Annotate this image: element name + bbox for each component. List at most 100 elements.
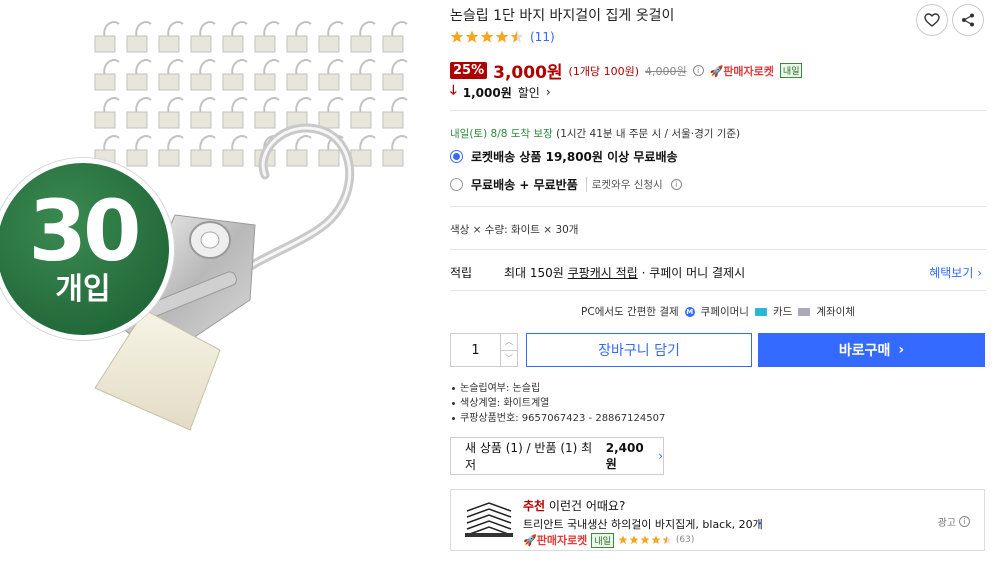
recommendation-card[interactable]: 추천 이런건 어때요? 트리안트 국내생산 하의걸이 바지집게, black, … xyxy=(450,489,985,551)
easy-payment: PC에서도 간편한 결제 M 쿠페이머니 카드 계좌이체 xyxy=(450,304,986,319)
divider xyxy=(450,249,986,250)
recommended-product-thumbnail xyxy=(465,502,513,537)
shipping-option-rocket[interactable]: 로켓배송 상품 19,800원 이상 무료배송 xyxy=(450,148,678,165)
small-clip xyxy=(382,134,408,167)
quantity-stepper[interactable]: 1 ︿ ﹀ xyxy=(450,333,518,367)
recommended-product-meta: 🚀판매자로켓 내일 (63) xyxy=(523,532,694,548)
rating-stars xyxy=(618,535,672,545)
small-clip xyxy=(382,96,408,129)
add-to-cart-button[interactable]: 장바구니 담기 xyxy=(526,333,752,367)
wishlist-button[interactable] xyxy=(916,4,948,36)
tomorrow-tag: 내일 xyxy=(591,532,614,548)
quantity-badge: 30 개입 xyxy=(0,158,174,340)
small-clip xyxy=(222,134,248,167)
star-icon xyxy=(450,30,464,43)
quantity-decrease-button[interactable]: ﹀ xyxy=(501,351,517,367)
easy-payment-title: PC에서도 간편한 결제 xyxy=(581,306,679,318)
discount-row[interactable]: 🡓 1,000원 할인 › xyxy=(450,81,551,103)
small-clip xyxy=(318,58,344,91)
small-clip xyxy=(126,96,152,129)
small-clip xyxy=(350,58,376,91)
arrival-guarantee: 도착 보장 xyxy=(510,128,553,140)
info-icon[interactable]: i xyxy=(959,516,970,527)
delivery-info: 내일(토) 8/8 도착 보장 (1시간 41분 내 주문 시 / 서울·경기 … xyxy=(450,126,740,141)
star-icon xyxy=(465,30,479,43)
small-clip xyxy=(254,96,280,129)
rocket-icon: 🚀 xyxy=(523,534,537,547)
small-clip xyxy=(350,96,376,129)
shipping-option-free-return[interactable]: 무료배송 + 무료반품 로켓와우 신청시 i xyxy=(450,176,682,193)
radio-unselected[interactable] xyxy=(450,178,463,191)
seller-rocket-label: 판매자로켓 xyxy=(536,534,588,547)
star-icon xyxy=(495,30,509,43)
product-image: 30 개입 xyxy=(0,0,420,445)
divider xyxy=(450,206,986,207)
recommendation-tag: 추천 xyxy=(523,499,546,513)
shipping-option-label: 로켓배송 상품 19,800원 이상 무료배송 xyxy=(471,150,678,164)
quantity-increase-button[interactable]: ︿ xyxy=(501,334,517,351)
star-icon xyxy=(662,535,672,544)
new-used-offers-button[interactable]: 새 상품 (1) / 반품 (1) 최저 2,400원 › xyxy=(450,437,664,475)
small-clip xyxy=(126,20,152,53)
small-clip xyxy=(222,96,248,129)
small-clip xyxy=(222,58,248,91)
coupang-cash-link[interactable]: 쿠팡캐시 적립 xyxy=(568,264,638,281)
chevron-right-icon[interactable]: › xyxy=(757,516,762,531)
star-icon xyxy=(629,535,639,544)
small-clip xyxy=(286,20,312,53)
star-icon xyxy=(480,30,494,43)
small-clip xyxy=(94,20,120,53)
bank-transfer-icon xyxy=(798,307,811,316)
seller-rocket-label: 판매자로켓 xyxy=(723,64,774,78)
radio-selected[interactable] xyxy=(450,150,463,163)
info-icon[interactable]: i xyxy=(692,65,704,76)
buy-now-label: 바로구매 xyxy=(838,343,891,359)
shipping-option-note: 로켓와우 신청시 xyxy=(585,177,663,192)
heart-icon xyxy=(924,13,940,27)
star-icon xyxy=(651,535,661,544)
small-clip xyxy=(158,20,184,53)
info-icon[interactable]: i xyxy=(670,179,682,190)
recommendation-title: 이런건 어때요? xyxy=(548,499,626,513)
product-rating[interactable]: (11) xyxy=(450,30,555,44)
product-specs: 논슬립여부: 논슬립 색상계열: 화이트계열 쿠팡상품번호: 965706742… xyxy=(450,381,665,426)
price-row: 25% 3,000원 (1개당 100원) 4,000원 i 🚀판매자로켓 내일 xyxy=(450,58,803,83)
small-clip xyxy=(94,96,120,129)
unit-price: (1개당 100원) xyxy=(568,64,639,78)
share-button[interactable] xyxy=(952,4,984,36)
delivery-condition: (1시간 41분 내 주문 시 / 서울·경기 기준) xyxy=(556,128,741,140)
spec-item: 쿠팡상품번호: 9657067423 - 28867124507 xyxy=(450,411,665,426)
small-clip xyxy=(190,134,216,167)
review-count: (63) xyxy=(675,535,695,545)
small-clip xyxy=(190,58,216,91)
small-clip xyxy=(126,134,152,167)
small-clip xyxy=(350,134,376,167)
small-clip xyxy=(158,96,184,129)
star-icon xyxy=(618,535,628,544)
arrival-date: 내일(토) 8/8 xyxy=(450,128,508,140)
points-condition: · 쿠페이 머니 결제시 xyxy=(641,266,746,280)
payment-method-card: 카드 xyxy=(772,306,793,318)
benefits-link[interactable]: 혜택보기 › xyxy=(929,264,982,281)
sale-price: 3,000원 xyxy=(493,63,563,83)
chevron-right-icon: › xyxy=(545,85,551,99)
ad-text: 광고 xyxy=(937,518,956,529)
payment-method-coupay: 쿠페이머니 xyxy=(700,306,749,318)
option-summary: 색상 × 수량: 화이트 × 30개 xyxy=(450,224,579,236)
new-used-price: 2,400원 xyxy=(605,440,644,471)
product-title: 논슬립 1단 바지 바지걸이 집게 옷걸이 xyxy=(450,8,675,24)
recommended-product-name[interactable]: 트리안트 국내생산 하의걸이 바지집게, black, 20개 xyxy=(523,516,763,532)
seller-rocket-badge: 🚀판매자로켓 xyxy=(710,63,774,79)
down-arrow-icon: 🡓 xyxy=(450,83,457,98)
review-count[interactable]: (11) xyxy=(530,30,555,44)
spec-item: 논슬립여부: 논슬립 xyxy=(450,381,665,396)
divider xyxy=(450,110,986,111)
new-used-label: 새 상품 (1) / 반품 (1) 최저 xyxy=(465,441,593,472)
points-row: 적립 최대 150원 쿠팡캐시 적립 · 쿠페이 머니 결제시 혜택보기 › xyxy=(450,264,986,281)
buy-now-button[interactable]: 바로구매 › xyxy=(758,333,985,367)
small-clip xyxy=(126,58,152,91)
tomorrow-tag: 내일 xyxy=(779,63,803,78)
small-clip xyxy=(254,58,280,91)
quantity-input[interactable]: 1 xyxy=(451,334,501,366)
points-label: 적립 xyxy=(450,266,473,280)
